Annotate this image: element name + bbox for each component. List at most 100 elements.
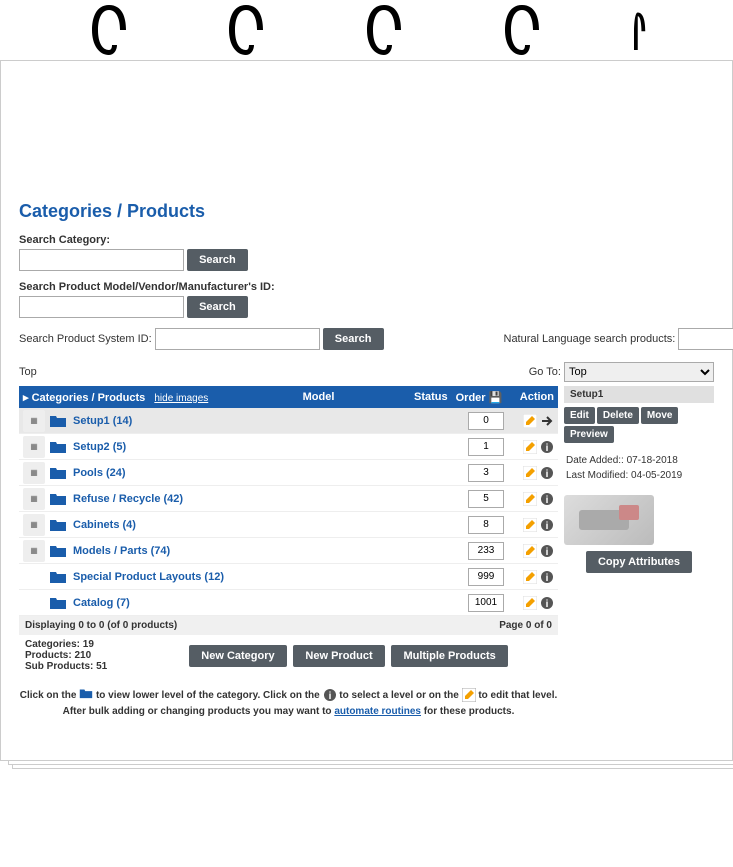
svg-text:i: i [546, 573, 549, 584]
binder-ring-icon [84, 0, 134, 70]
info-icon[interactable]: i [540, 518, 554, 532]
info-icon[interactable]: i [540, 570, 554, 584]
search-natural-input[interactable] [678, 328, 733, 350]
edit-icon[interactable] [523, 544, 537, 558]
row-thumbnail: ▦ [23, 436, 45, 458]
category-row[interactable]: ▦ Models / Parts (74) i [19, 538, 558, 564]
detail-date-added: Date Added:: 07-18-2018 [566, 453, 712, 468]
order-input[interactable] [468, 568, 504, 586]
folder-icon[interactable] [49, 414, 67, 428]
category-name-link[interactable]: Setup2 (5) [73, 441, 468, 453]
multiple-products-button[interactable]: Multiple Products [391, 645, 507, 667]
search-category-label: Search Category: [19, 234, 714, 246]
detail-preview-button[interactable]: Preview [564, 426, 614, 443]
category-row[interactable]: Catalog (7) i [19, 590, 558, 616]
arrow-right-icon[interactable] [540, 414, 554, 428]
folder-icon[interactable] [49, 570, 67, 584]
copy-attributes-button[interactable]: Copy Attributes [586, 551, 692, 573]
page-title: Categories / Products [19, 201, 714, 222]
folder-icon[interactable] [49, 466, 67, 480]
displaying-text: Displaying 0 to 0 (of 0 products) [25, 620, 177, 631]
new-category-button[interactable]: New Category [189, 645, 286, 667]
svg-text:i: i [546, 495, 549, 506]
folder-icon[interactable] [49, 492, 67, 506]
folder-icon [79, 688, 93, 702]
svg-text:i: i [546, 443, 549, 454]
category-row[interactable]: ▦ Cabinets (4) i [19, 512, 558, 538]
table-header: ▸ Categories / Products hide images Mode… [19, 386, 558, 408]
info-icon[interactable]: i [540, 596, 554, 610]
edit-icon [462, 688, 476, 702]
category-row[interactable]: ▦ Refuse / Recycle (42) i [19, 486, 558, 512]
edit-icon[interactable] [523, 518, 537, 532]
edit-icon[interactable] [523, 466, 537, 480]
order-input[interactable] [468, 412, 504, 430]
row-thumbnail [23, 566, 45, 588]
automate-routines-link[interactable]: automate routines [334, 706, 421, 717]
category-row[interactable]: ▦ Setup1 (14) [19, 408, 558, 434]
row-thumbnail: ▦ [23, 540, 45, 562]
search-category-input[interactable] [19, 249, 184, 271]
row-thumbnail: ▦ [23, 410, 45, 432]
folder-icon[interactable] [49, 440, 67, 454]
search-product-id-button[interactable]: Search [187, 296, 248, 318]
detail-edit-button[interactable]: Edit [564, 407, 595, 424]
th-action-label: Action [504, 391, 554, 403]
order-input[interactable] [468, 464, 504, 482]
category-name-link[interactable]: Pools (24) [73, 467, 468, 479]
svg-text:i: i [546, 599, 549, 610]
svg-text:i: i [546, 547, 549, 558]
category-name-link[interactable]: Refuse / Recycle (42) [73, 493, 468, 505]
category-name-link[interactable]: Setup1 (14) [73, 415, 468, 427]
row-thumbnail: ▦ [23, 488, 45, 510]
edit-icon[interactable] [523, 596, 537, 610]
binder-ring-icon [634, 0, 649, 70]
category-row[interactable]: ▦ Setup2 (5) i [19, 434, 558, 460]
row-thumbnail: ▦ [23, 462, 45, 484]
order-input[interactable] [468, 594, 504, 612]
svg-text:i: i [546, 521, 549, 532]
order-input[interactable] [468, 490, 504, 508]
category-name-link[interactable]: Special Product Layouts (12) [73, 571, 468, 583]
goto-select[interactable]: Top [564, 362, 714, 382]
th-status-label: Status [414, 391, 454, 403]
search-system-id-button[interactable]: Search [323, 328, 384, 350]
info-icon[interactable]: i [540, 466, 554, 480]
detail-move-button[interactable]: Move [641, 407, 679, 424]
info-icon[interactable]: i [540, 492, 554, 506]
search-category-button[interactable]: Search [187, 249, 248, 271]
search-product-id-input[interactable] [19, 296, 184, 318]
info-icon[interactable]: i [540, 544, 554, 558]
goto-label: Go To: [529, 366, 561, 378]
folder-icon[interactable] [49, 518, 67, 532]
search-system-id-input[interactable] [155, 328, 320, 350]
category-name-link[interactable]: Catalog (7) [73, 597, 468, 609]
category-row[interactable]: ▦ Pools (24) i [19, 460, 558, 486]
new-product-button[interactable]: New Product [293, 645, 384, 667]
folder-icon[interactable] [49, 596, 67, 610]
edit-icon[interactable] [523, 414, 537, 428]
hide-images-link[interactable]: hide images [154, 393, 208, 404]
order-input[interactable] [468, 542, 504, 560]
category-row[interactable]: Special Product Layouts (12) i [19, 564, 558, 590]
save-order-icon[interactable]: 💾 [489, 392, 503, 404]
info-icon: i [323, 688, 337, 702]
pagination-text: Page 0 of 0 [499, 620, 552, 631]
th-order-label: Order [456, 392, 486, 404]
row-thumbnail: ▦ [23, 514, 45, 536]
breadcrumb: Top [19, 366, 37, 378]
row-thumbnail [23, 592, 45, 614]
category-name-link[interactable]: Models / Parts (74) [73, 545, 468, 557]
folder-icon[interactable] [49, 544, 67, 558]
edit-icon[interactable] [523, 440, 537, 454]
category-name-link[interactable]: Cabinets (4) [73, 519, 468, 531]
svg-text:i: i [328, 691, 331, 702]
order-input[interactable] [468, 438, 504, 456]
info-icon[interactable]: i [540, 440, 554, 454]
order-input[interactable] [468, 516, 504, 534]
detail-delete-button[interactable]: Delete [597, 407, 639, 424]
edit-icon[interactable] [523, 492, 537, 506]
stats-categories: Categories: 19 [25, 639, 145, 650]
edit-icon[interactable] [523, 570, 537, 584]
binder-ring-icon [359, 0, 409, 70]
